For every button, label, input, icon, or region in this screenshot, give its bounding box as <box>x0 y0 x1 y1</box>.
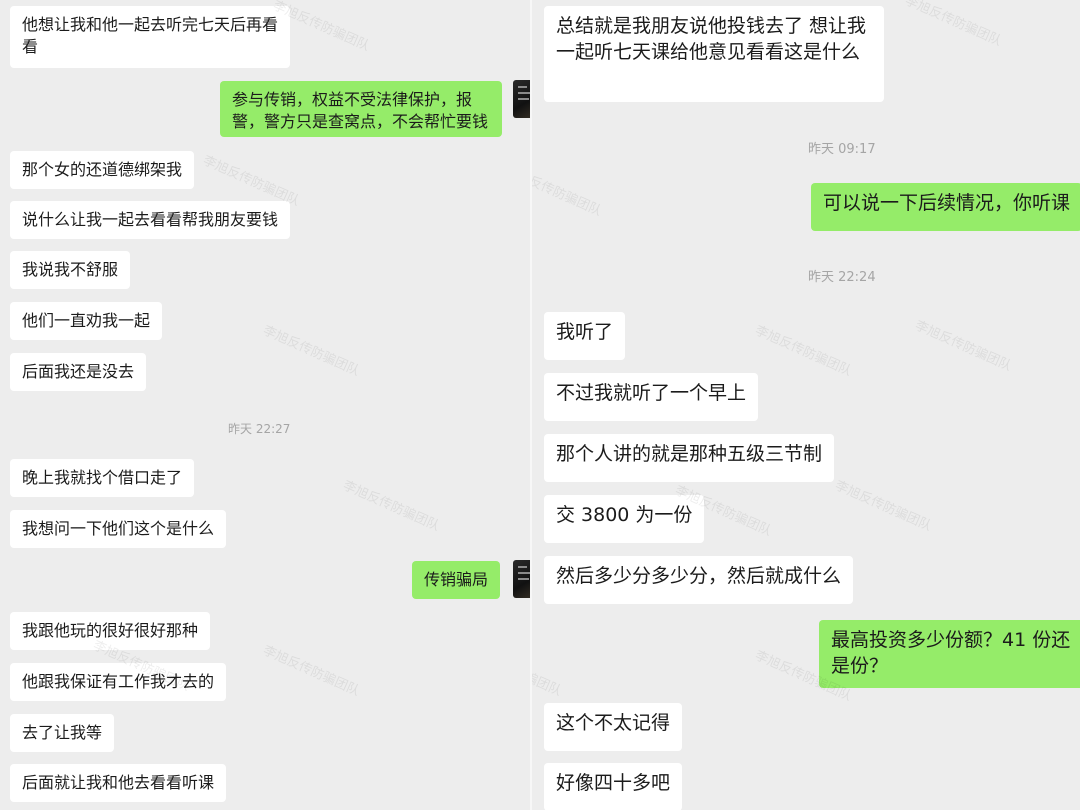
incoming-message[interactable]: 我想问一下他们这个是什么 <box>10 510 227 548</box>
right-chat-pane[interactable]: 总结就是我朋友说他投钱去了 想让我一起听七天课给他意见看看这是什么 昨天 09:… <box>530 0 1080 810</box>
message-text: 不过我就听了一个早上 <box>544 373 759 421</box>
message-text: 好像四十多吧 <box>544 763 683 810</box>
watermark: 李旭反传防骗团队 <box>832 478 934 535</box>
message-text: 最高投资多少份额？41 份还是份？ <box>819 620 1080 688</box>
timestamp: 昨天 09:17 <box>808 142 876 157</box>
outgoing-message[interactable]: 最高投资多少份额？41 份还是份？ <box>819 620 1080 688</box>
incoming-message[interactable]: 我说我不舒服 <box>10 251 131 289</box>
message-text: 可以说一下后续情况，你听课 <box>811 183 1080 231</box>
message-text: 总结就是我朋友说他投钱去了 想让我一起听七天课给他意见看看这是什么 <box>544 6 884 102</box>
message-text: 说什么让我一起去看看帮我朋友要钱 <box>10 201 291 239</box>
message-text: 他们一直劝我一起 <box>10 302 163 340</box>
outgoing-message[interactable]: 参与传销，权益不受法律保护，报警，警方只是查窝点，不会帮忙要钱 <box>220 81 502 137</box>
message-text: 这个不太记得 <box>544 703 683 751</box>
watermark: 李旭反传防骗团队 <box>340 478 442 535</box>
incoming-message[interactable]: 不过我就听了一个早上 <box>544 373 759 421</box>
incoming-message[interactable]: 那个女的还道德绑架我 <box>10 151 195 189</box>
timestamp: 昨天 22:24 <box>808 270 876 285</box>
message-text: 那个女的还道德绑架我 <box>10 151 195 189</box>
message-text: 我听了 <box>544 312 626 360</box>
incoming-message[interactable]: 他们一直劝我一起 <box>10 302 163 340</box>
watermark: 李旭反传防骗团队 <box>530 163 604 220</box>
watermark: 李旭反传防骗团队 <box>902 0 1004 50</box>
incoming-message[interactable]: 总结就是我朋友说他投钱去了 想让我一起听七天课给他意见看看这是什么 <box>544 6 884 102</box>
outgoing-message[interactable]: 传销骗局 <box>412 561 501 599</box>
message-text: 去了让我等 <box>10 714 115 752</box>
incoming-message[interactable]: 后面我还是没去 <box>10 353 147 391</box>
watermark: 李旭反传防骗团队 <box>530 0 534 45</box>
incoming-message[interactable]: 交 3800 为一份 <box>544 495 705 543</box>
incoming-message[interactable]: 好像四十多吧 <box>544 763 683 810</box>
message-text: 参与传销，权益不受法律保护，报警，警方只是查窝点，不会帮忙要钱 <box>220 81 502 137</box>
watermark: 李旭反传防骗团队 <box>260 323 362 380</box>
message-text: 晚上我就找个借口走了 <box>10 459 195 497</box>
watermark: 李旭反传防骗团队 <box>530 318 534 375</box>
watermark: 李旭反传防骗团队 <box>752 323 854 380</box>
watermark: 李旭反传防骗团队 <box>260 643 362 700</box>
timestamp: 昨天 22:27 <box>228 422 291 436</box>
message-text: 后面我还是没去 <box>10 353 147 391</box>
message-text: 我想问一下他们这个是什么 <box>10 510 227 548</box>
message-text: 我说我不舒服 <box>10 251 131 289</box>
message-text: 交 3800 为一份 <box>544 495 705 543</box>
message-text: 那个人讲的就是那种五级三节制 <box>544 434 835 482</box>
incoming-message[interactable]: 他想让我和他一起去听完七天后再看看 <box>10 6 290 68</box>
incoming-message[interactable]: 这个不太记得 <box>544 703 683 751</box>
counselor-avatar-icon[interactable] <box>513 560 530 598</box>
message-text: 后面就让我和他去看看听课 <box>10 764 227 802</box>
message-text: 他跟我保证有工作我才去的 <box>10 663 227 701</box>
incoming-message[interactable]: 他跟我保证有工作我才去的 <box>10 663 227 701</box>
left-chat-pane[interactable]: 他想让我和他一起去听完七天后再看看 参与传销，权益不受法律保护，报警，警方只是查… <box>0 0 530 810</box>
incoming-message[interactable]: 说什么让我一起去看看帮我朋友要钱 <box>10 201 291 239</box>
incoming-message[interactable]: 我跟他玩的很好很好那种 <box>10 612 211 650</box>
incoming-message[interactable]: 我听了 <box>544 312 626 360</box>
incoming-message[interactable]: 然后多少分多少分，然后就成什么 <box>544 556 854 604</box>
message-text: 传销骗局 <box>412 561 501 599</box>
watermark: 李旭反传防骗团队 <box>530 643 564 700</box>
message-text: 然后多少分多少分，然后就成什么 <box>544 556 854 604</box>
incoming-message[interactable]: 去了让我等 <box>10 714 115 752</box>
incoming-message[interactable]: 那个人讲的就是那种五级三节制 <box>544 434 835 482</box>
incoming-message[interactable]: 晚上我就找个借口走了 <box>10 459 195 497</box>
message-text: 他想让我和他一起去听完七天后再看看 <box>10 6 290 68</box>
message-text: 我跟他玩的很好很好那种 <box>10 612 211 650</box>
counselor-avatar-icon[interactable] <box>513 80 530 118</box>
incoming-message[interactable]: 后面就让我和他去看看听课 <box>10 764 227 802</box>
watermark: 李旭反传防骗团队 <box>912 318 1014 375</box>
outgoing-message[interactable]: 可以说一下后续情况，你听课 <box>811 183 1080 231</box>
